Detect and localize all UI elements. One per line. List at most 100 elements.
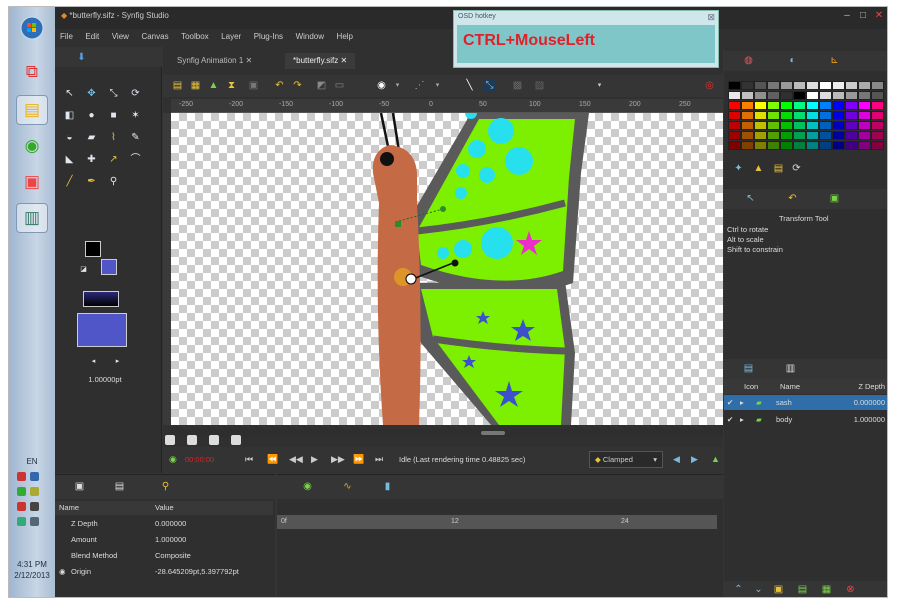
palette-swatch[interactable]: [832, 131, 845, 140]
palette-swatch[interactable]: [819, 141, 832, 150]
palette-swatch[interactable]: [871, 111, 884, 120]
palette-swatch[interactable]: [871, 131, 884, 140]
palette-swatch[interactable]: [741, 121, 754, 130]
palette-swatch[interactable]: [806, 91, 819, 100]
param-row[interactable]: Z Depth 0.000000: [55, 517, 273, 531]
star-tool-icon[interactable]: ✶: [129, 109, 142, 122]
palette-swatch[interactable]: [754, 111, 767, 120]
spline-tool-icon[interactable]: ⌇: [107, 131, 120, 144]
palette-swatch[interactable]: [728, 91, 741, 100]
width-tool-icon[interactable]: ✒: [85, 175, 98, 188]
frame-button-4[interactable]: [231, 435, 241, 445]
palette-swatch[interactable]: [845, 131, 858, 140]
palette-swatch[interactable]: [858, 101, 871, 110]
layers-tab-icon[interactable]: ▤: [742, 363, 755, 376]
gradient-swatch[interactable]: [83, 291, 119, 307]
tray-icon-g[interactable]: [17, 517, 26, 526]
palette-swatch[interactable]: [780, 141, 793, 150]
fill-color-swatch[interactable]: [101, 259, 117, 275]
menu-help[interactable]: Help: [332, 29, 358, 44]
tray-icon-c[interactable]: [17, 487, 26, 496]
palette-swatch[interactable]: [832, 141, 845, 150]
draw-tool-icon[interactable]: ✎: [129, 131, 142, 144]
param-value[interactable]: 1.000000: [155, 535, 186, 544]
tray-icon-e[interactable]: [17, 502, 26, 511]
animation-mode-icon[interactable]: ◉: [169, 454, 177, 465]
rotate-tool-icon[interactable]: ⟳: [129, 87, 142, 100]
param-row[interactable]: Blend Method Composite: [55, 549, 273, 563]
tab-close-icon[interactable]: ✕: [340, 56, 347, 65]
menu-layer[interactable]: Layer: [216, 29, 246, 44]
palette-swatch[interactable]: [819, 111, 832, 120]
menu-file[interactable]: File: [55, 29, 78, 44]
menu-toolbox[interactable]: Toolbox: [176, 29, 214, 44]
palette-swatch[interactable]: [793, 131, 806, 140]
palette-swatch[interactable]: [728, 131, 741, 140]
palette-swatch[interactable]: [754, 131, 767, 140]
sketch-tool-icon[interactable]: ⌒: [129, 153, 142, 166]
start-orb-icon[interactable]: [16, 13, 48, 43]
palette-tab-icon[interactable]: ◍: [742, 55, 755, 68]
prev-keyframe-icon[interactable]: ⏪: [267, 454, 278, 465]
palette-swatch[interactable]: [806, 131, 819, 140]
delete-layer-icon[interactable]: ⊗: [844, 584, 857, 597]
app-icon-network[interactable]: ⧉: [16, 57, 48, 87]
reset-colors-icon[interactable]: ◪: [77, 263, 90, 276]
palette-swatch[interactable]: [767, 91, 780, 100]
group-icon[interactable]: ▦: [820, 584, 833, 597]
palette-swatch[interactable]: [806, 111, 819, 120]
layer-row[interactable]: ✔ ▸ ▰ sash 0.000000: [724, 395, 887, 410]
palette-swatch[interactable]: [754, 81, 767, 90]
layer-visible-checkbox[interactable]: ✔: [727, 415, 733, 424]
toggle-onion-icon[interactable]: ▲: [711, 454, 720, 464]
brush-tool-icon[interactable]: ╱: [63, 175, 76, 188]
width-decrease-icon[interactable]: ◂: [87, 355, 100, 368]
palette-swatch[interactable]: [780, 131, 793, 140]
save-icon[interactable]: ▲: [207, 79, 220, 92]
param-value[interactable]: -28.645209pt,5.397792pt: [155, 567, 239, 576]
draft-icon[interactable]: ◩: [315, 79, 328, 92]
preview-icon[interactable]: ▣: [247, 79, 260, 92]
keyframes-tab-icon[interactable]: ◉: [301, 481, 314, 494]
gradient-tool-icon[interactable]: ◒: [63, 131, 76, 144]
canvas-viewport[interactable]: [171, 113, 723, 425]
palette-swatch[interactable]: [871, 121, 884, 130]
color-palette[interactable]: [728, 81, 886, 153]
palette-swatch[interactable]: [858, 141, 871, 150]
render-icon[interactable]: ⧗: [225, 79, 238, 92]
palette-swatch[interactable]: [780, 81, 793, 90]
open-file-icon[interactable]: ▦: [189, 79, 202, 92]
palette-swatch[interactable]: [819, 101, 832, 110]
transform-tool-icon[interactable]: ↖: [63, 87, 76, 100]
palette-swatch[interactable]: [806, 141, 819, 150]
palette-swatch[interactable]: [871, 141, 884, 150]
graphs-tab-icon[interactable]: ∿: [341, 481, 354, 494]
palette-swatch[interactable]: [845, 121, 858, 130]
new-file-icon[interactable]: ▤: [171, 79, 184, 92]
palette-swatch[interactable]: [780, 121, 793, 130]
circle-tool-icon[interactable]: ●: [85, 109, 98, 122]
palette-swatch[interactable]: [832, 111, 845, 120]
palette-swatch[interactable]: [832, 121, 845, 130]
stop-render-icon[interactable]: ◎: [703, 79, 716, 92]
param-row[interactable]: ◉ Origin -28.645209pt,5.397792pt: [55, 565, 273, 579]
palette-swatch[interactable]: [845, 111, 858, 120]
rectangle-tool-icon[interactable]: ■: [107, 109, 120, 122]
histogram-tab-icon[interactable]: ⊾: [828, 55, 841, 68]
info-tab-icon[interactable]: ◐: [786, 55, 799, 68]
minimize-icon[interactable]: –: [841, 10, 853, 22]
sound-tab-icon[interactable]: ▮: [381, 481, 394, 494]
current-time[interactable]: 00:00:00: [185, 455, 214, 464]
palette-swatch[interactable]: [793, 141, 806, 150]
param-row[interactable]: Amount 1.000000: [55, 533, 273, 547]
keyframe-lock-right-icon[interactable]: ▶: [691, 454, 698, 465]
fill-tool-icon[interactable]: ◣: [63, 153, 76, 166]
tray-icon-h[interactable]: [30, 517, 39, 526]
snap-dropdown-icon[interactable]: ▾: [431, 79, 444, 92]
brush-width-value[interactable]: 1.00000pt: [75, 375, 135, 387]
palette-swatch[interactable]: [728, 141, 741, 150]
palette-swatch[interactable]: [793, 91, 806, 100]
palette-swatch[interactable]: [741, 141, 754, 150]
palette-swatch[interactable]: [767, 131, 780, 140]
tray-icon-b[interactable]: [30, 472, 39, 481]
